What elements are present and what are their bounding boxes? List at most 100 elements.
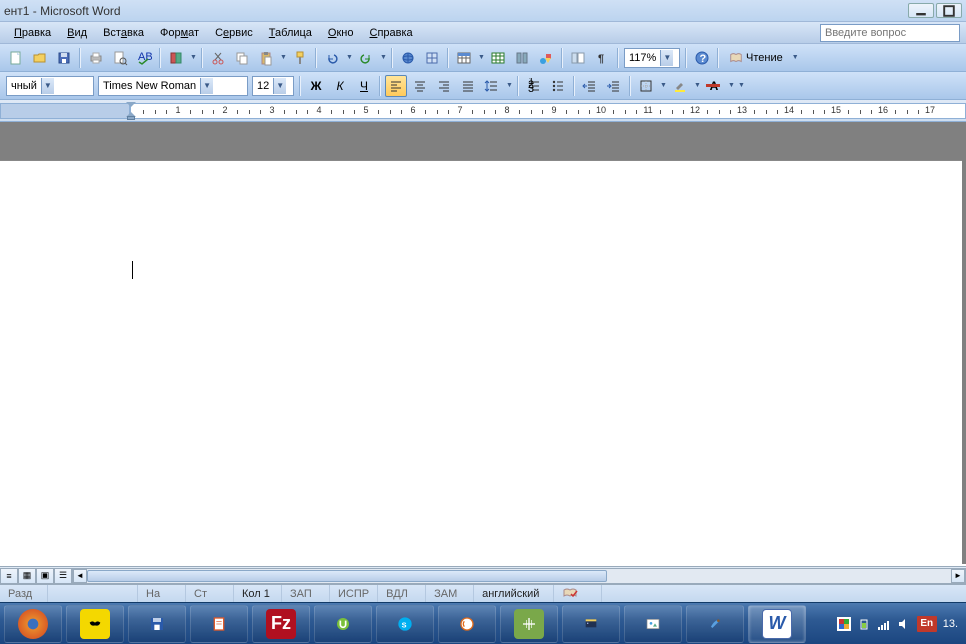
taskbar-word[interactable]: W — [748, 605, 806, 643]
zoom-combo[interactable]: 117%▼ — [624, 48, 680, 68]
reading-mode-button[interactable]: Чтение — [722, 47, 790, 69]
line-spacing-button[interactable] — [481, 75, 503, 97]
dropdown-arrow[interactable]: ▼ — [189, 54, 198, 61]
cut-button[interactable] — [207, 47, 229, 69]
taskbar-image-viewer[interactable] — [624, 605, 682, 643]
decrease-indent-button[interactable] — [579, 75, 601, 97]
dropdown-arrow[interactable]: ▼ — [379, 54, 388, 61]
toolbar-options[interactable]: ▼ — [791, 54, 800, 61]
font-combo[interactable]: Times New Roman▼ — [98, 76, 248, 96]
system-tray[interactable]: En 13. — [831, 616, 964, 632]
print-preview-button[interactable] — [109, 47, 131, 69]
menu-table[interactable]: Таблица — [261, 25, 320, 41]
format-painter-button[interactable] — [289, 47, 311, 69]
status-rec[interactable]: ЗАП — [282, 585, 330, 602]
new-document-button[interactable] — [5, 47, 27, 69]
menu-window[interactable]: Окно — [320, 25, 362, 41]
scroll-right-button[interactable]: ► — [951, 569, 965, 583]
dropdown-arrow[interactable]: ▼ — [505, 82, 514, 89]
status-trk[interactable]: ИСПР — [330, 585, 378, 602]
menu-help[interactable]: Справка — [362, 25, 421, 41]
tray-volume-icon[interactable] — [897, 617, 911, 631]
taskbar-app-axis[interactable] — [500, 605, 558, 643]
insert-table-button[interactable] — [453, 47, 475, 69]
taskbar-bat[interactable] — [66, 605, 124, 643]
web-view-button[interactable]: ▦ — [18, 568, 36, 584]
menu-insert[interactable]: Вставка — [95, 25, 152, 41]
numbered-list-button[interactable]: 123 — [523, 75, 545, 97]
taskbar-paint[interactable] — [686, 605, 744, 643]
status-spellcheck-icon[interactable] — [554, 585, 602, 602]
scroll-thumb[interactable] — [87, 570, 607, 582]
hyperlink-button[interactable] — [397, 47, 419, 69]
help-question-input[interactable] — [820, 24, 960, 42]
align-justify-button[interactable] — [457, 75, 479, 97]
font-color-button[interactable]: A — [703, 75, 725, 97]
tray-lang[interactable]: En — [917, 616, 937, 632]
taskbar-utorrent[interactable] — [314, 605, 372, 643]
drawing-toolbar-button[interactable] — [535, 47, 557, 69]
minimize-button[interactable] — [908, 3, 934, 18]
italic-button[interactable]: К — [329, 75, 351, 97]
dropdown-arrow[interactable]: ▼ — [345, 54, 354, 61]
menu-view[interactable]: Вид — [59, 25, 95, 41]
dropdown-arrow[interactable]: ▼ — [659, 82, 668, 89]
bold-button[interactable]: Ж — [305, 75, 327, 97]
menu-format[interactable]: Формат — [152, 25, 207, 41]
status-ext[interactable]: ВДЛ — [378, 585, 426, 602]
align-right-button[interactable] — [433, 75, 455, 97]
doc-map-button[interactable] — [567, 47, 589, 69]
scroll-left-button[interactable]: ◄ — [73, 569, 87, 583]
undo-button[interactable] — [321, 47, 343, 69]
menu-tools[interactable]: Сервис — [207, 25, 261, 41]
tables-borders-button[interactable] — [421, 47, 443, 69]
print-view-button[interactable]: ▣ — [36, 568, 54, 584]
bullet-list-button[interactable] — [547, 75, 569, 97]
align-left-button[interactable] — [385, 75, 407, 97]
horizontal-scrollbar[interactable]: ◄ ► — [72, 568, 966, 584]
tray-battery-icon[interactable] — [857, 617, 871, 631]
menu-edit[interactable]: Правка — [6, 25, 59, 41]
borders-button[interactable] — [635, 75, 657, 97]
taskbar-save[interactable] — [128, 605, 186, 643]
outline-view-button[interactable]: ☰ — [54, 568, 72, 584]
toolbar-options[interactable]: ▼ — [737, 82, 746, 89]
taskbar-firefox[interactable] — [4, 605, 62, 643]
dropdown-arrow[interactable]: ▼ — [727, 82, 736, 89]
dropdown-arrow[interactable]: ▼ — [693, 82, 702, 89]
redo-button[interactable] — [355, 47, 377, 69]
insert-worksheet-button[interactable] — [487, 47, 509, 69]
style-combo[interactable]: чный▼ — [6, 76, 94, 96]
paste-button[interactable] — [255, 47, 277, 69]
help-button[interactable]: ? — [691, 47, 713, 69]
open-button[interactable] — [29, 47, 51, 69]
research-button[interactable] — [165, 47, 187, 69]
increase-indent-button[interactable] — [603, 75, 625, 97]
show-formatting-button[interactable]: ¶ — [591, 47, 613, 69]
font-size-combo[interactable]: 12▼ — [252, 76, 294, 96]
print-button[interactable] — [85, 47, 107, 69]
columns-button[interactable] — [511, 47, 533, 69]
highlight-button[interactable] — [669, 75, 691, 97]
maximize-button[interactable] — [936, 3, 962, 18]
align-center-button[interactable] — [409, 75, 431, 97]
tray-network-icon[interactable] — [877, 617, 891, 631]
copy-button[interactable] — [231, 47, 253, 69]
taskbar-skype[interactable]: S — [376, 605, 434, 643]
normal-view-button[interactable]: ≡ — [0, 568, 18, 584]
dropdown-arrow[interactable]: ▼ — [477, 54, 486, 61]
dropdown-arrow[interactable]: ▼ — [279, 54, 288, 61]
taskbar-filezilla[interactable]: Fz — [252, 605, 310, 643]
status-language[interactable]: английский — [474, 585, 554, 602]
tray-flag-icon[interactable] — [837, 617, 851, 631]
spelling-button[interactable]: ABC — [133, 47, 155, 69]
indent-marker[interactable] — [126, 100, 136, 122]
page[interactable] — [0, 160, 962, 564]
taskbar-app-orange[interactable] — [438, 605, 496, 643]
underline-button[interactable]: Ч — [353, 75, 375, 97]
taskbar-putty[interactable] — [562, 605, 620, 643]
status-ovr[interactable]: ЗАМ — [426, 585, 474, 602]
taskbar-notes[interactable] — [190, 605, 248, 643]
save-button[interactable] — [53, 47, 75, 69]
horizontal-ruler[interactable]: 1234567891011121314151617 — [0, 100, 966, 122]
